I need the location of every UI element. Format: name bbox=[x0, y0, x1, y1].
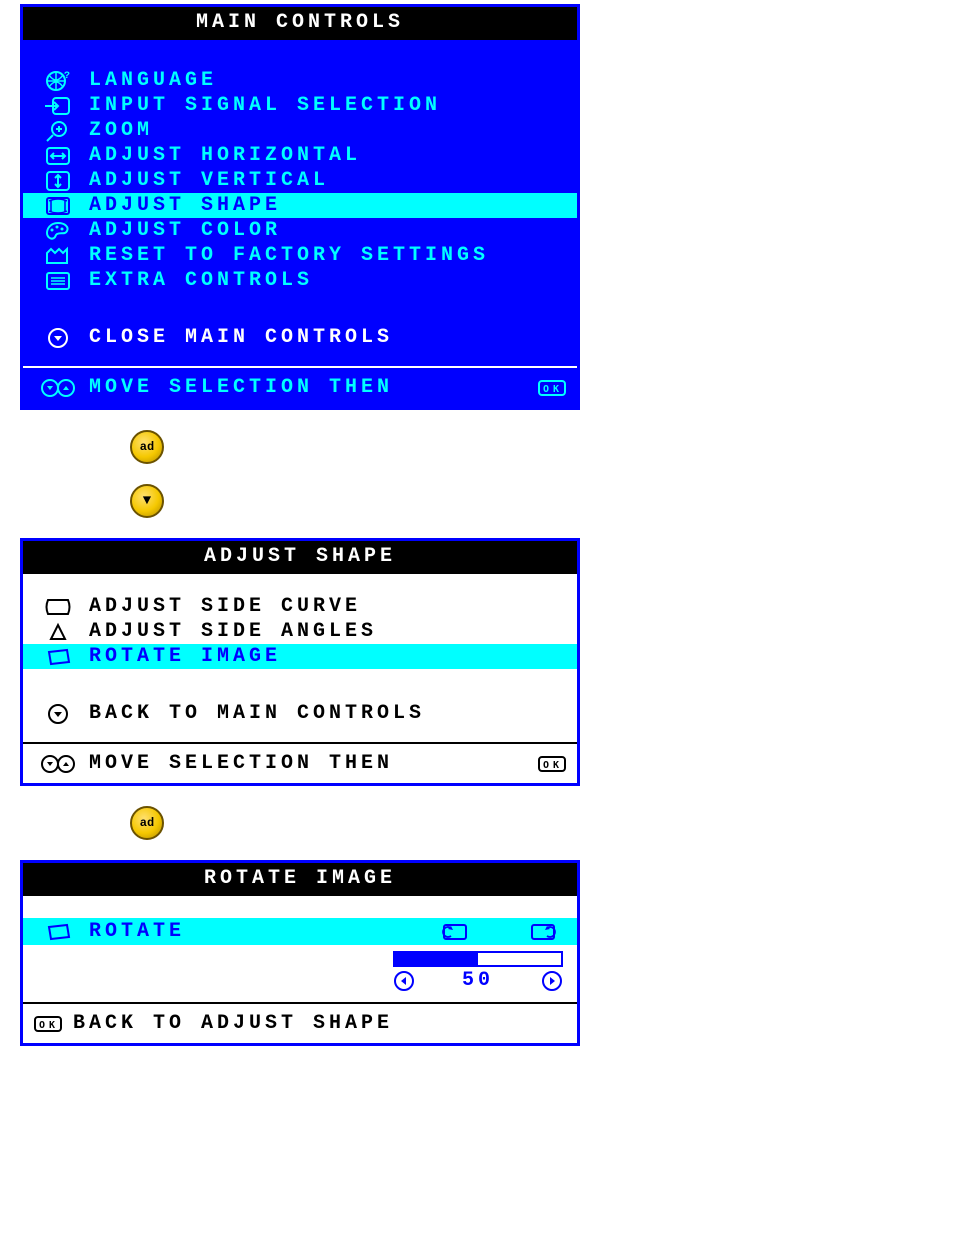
ok-icon: OK bbox=[537, 754, 567, 774]
menu-item-extra-controls[interactable]: EXTRA CONTROLS bbox=[23, 268, 577, 293]
adjust-shape-menu: ADJUST SIDE CURVE ADJUST SIDE ANGLES ROT… bbox=[23, 574, 577, 742]
menu-item-side-angles[interactable]: ADJUST SIDE ANGLES bbox=[23, 619, 577, 644]
adjust-shape-icon bbox=[37, 195, 79, 217]
rotate-value: 50 bbox=[462, 969, 494, 992]
menu-item-label: ADJUST COLOR bbox=[79, 219, 577, 242]
menu-item-language[interactable]: ? LANGUAGE bbox=[23, 68, 577, 93]
menu-item-label: EXTRA CONTROLS bbox=[79, 269, 577, 292]
svg-text:OK: OK bbox=[39, 1020, 59, 1031]
menu-item-adjust-color[interactable]: ADJUST COLOR bbox=[23, 218, 577, 243]
menu-item-label: ROTATE IMAGE bbox=[79, 645, 577, 668]
menu-item-back-main[interactable]: BACK TO MAIN CONTROLS bbox=[23, 701, 577, 726]
menu-item-reset-factory[interactable]: RESET TO FACTORY SETTINGS bbox=[23, 243, 577, 268]
physical-ok-button[interactable]: ad bbox=[130, 430, 164, 464]
rotate-image-panel: ROTATE IMAGE ROTATE bbox=[20, 860, 580, 1046]
menu-item-label: BACK TO MAIN CONTROLS bbox=[79, 702, 577, 725]
menu-item-label: ADJUST HORIZONTAL bbox=[79, 144, 577, 167]
menu-item-label: RESET TO FACTORY SETTINGS bbox=[79, 244, 577, 267]
zoom-icon bbox=[37, 120, 79, 142]
rotate-label: ROTATE bbox=[79, 920, 441, 943]
menu-item-label: CLOSE MAIN CONTROLS bbox=[79, 326, 577, 349]
adjust-vertical-icon bbox=[37, 170, 79, 192]
decrement-icon[interactable] bbox=[393, 970, 415, 992]
up-down-icon bbox=[37, 377, 79, 399]
menu-item-adjust-vertical[interactable]: ADJUST VERTICAL bbox=[23, 168, 577, 193]
menu-item-close[interactable]: CLOSE MAIN CONTROLS bbox=[23, 325, 577, 350]
menu-item-label: ZOOM bbox=[79, 119, 577, 142]
rotate-back-label: BACK TO ADJUST SHAPE bbox=[73, 1012, 393, 1035]
svg-text:?: ? bbox=[64, 71, 73, 82]
rotate-icon bbox=[37, 922, 79, 942]
rotate-progress-area: 50 bbox=[23, 945, 577, 1002]
close-down-icon bbox=[37, 327, 79, 349]
physical-down-button[interactable]: ▼ bbox=[130, 484, 164, 518]
up-down-icon bbox=[37, 753, 79, 775]
main-controls-title: MAIN CONTROLS bbox=[23, 7, 577, 40]
svg-text:OK: OK bbox=[543, 384, 563, 395]
footer-label: MOVE SELECTION THEN bbox=[79, 376, 537, 399]
ok-button-label: ad bbox=[140, 816, 154, 830]
input-signal-icon bbox=[37, 95, 79, 117]
svg-text:OK: OK bbox=[543, 760, 563, 771]
extra-controls-icon bbox=[37, 270, 79, 292]
menu-item-adjust-horizontal[interactable]: ADJUST HORIZONTAL bbox=[23, 143, 577, 168]
menu-item-label: INPUT SIGNAL SELECTION bbox=[79, 94, 577, 117]
adjust-shape-footer: MOVE SELECTION THEN OK bbox=[23, 742, 577, 783]
rotate-image-footer[interactable]: OK BACK TO ADJUST SHAPE bbox=[23, 1002, 577, 1043]
main-controls-panel: MAIN CONTROLS ? LANGUAGE INPUT SIGNAL SE… bbox=[20, 4, 580, 410]
back-down-icon bbox=[37, 703, 79, 725]
menu-item-rotate-image[interactable]: ROTATE IMAGE bbox=[23, 644, 577, 669]
menu-item-label: ADJUST SIDE CURVE bbox=[79, 595, 577, 618]
ok-icon: OK bbox=[33, 1014, 63, 1034]
main-controls-footer: MOVE SELECTION THEN OK bbox=[23, 366, 577, 407]
menu-item-input-signal[interactable]: INPUT SIGNAL SELECTION bbox=[23, 93, 577, 118]
menu-item-side-curve[interactable]: ADJUST SIDE CURVE bbox=[23, 594, 577, 619]
rotate-control-row[interactable]: ROTATE bbox=[23, 918, 577, 945]
adjust-color-icon bbox=[37, 220, 79, 242]
menu-item-label: ADJUST SHAPE bbox=[79, 194, 577, 217]
adjust-shape-panel: ADJUST SHAPE ADJUST SIDE CURVE ADJUST SI… bbox=[20, 538, 580, 786]
ok-icon: OK bbox=[537, 378, 567, 398]
rotate-image-icon bbox=[37, 647, 79, 667]
side-angles-icon bbox=[37, 622, 79, 642]
menu-item-label: LANGUAGE bbox=[79, 69, 577, 92]
main-controls-menu: ? LANGUAGE INPUT SIGNAL SELECTION ZOOM A… bbox=[23, 40, 577, 366]
reset-factory-icon bbox=[37, 245, 79, 267]
rotate-progress-bar[interactable] bbox=[393, 951, 563, 967]
adjust-horizontal-icon bbox=[37, 145, 79, 167]
rotate-image-title: ROTATE IMAGE bbox=[23, 863, 577, 896]
menu-item-label: ADJUST VERTICAL bbox=[79, 169, 577, 192]
ok-button-label: ad bbox=[140, 440, 154, 454]
menu-item-adjust-shape[interactable]: ADJUST SHAPE bbox=[23, 193, 577, 218]
rotate-ccw-icon bbox=[441, 922, 469, 942]
down-button-label: ▼ bbox=[143, 493, 151, 509]
adjust-shape-title: ADJUST SHAPE bbox=[23, 541, 577, 574]
menu-item-label: ADJUST SIDE ANGLES bbox=[79, 620, 577, 643]
rotate-cw-icon bbox=[529, 922, 557, 942]
language-icon: ? bbox=[37, 70, 79, 92]
increment-icon[interactable] bbox=[541, 970, 563, 992]
footer-label: MOVE SELECTION THEN bbox=[79, 752, 537, 775]
menu-item-zoom[interactable]: ZOOM bbox=[23, 118, 577, 143]
physical-ok-button-2[interactable]: ad bbox=[130, 806, 164, 840]
side-curve-icon bbox=[37, 597, 79, 617]
